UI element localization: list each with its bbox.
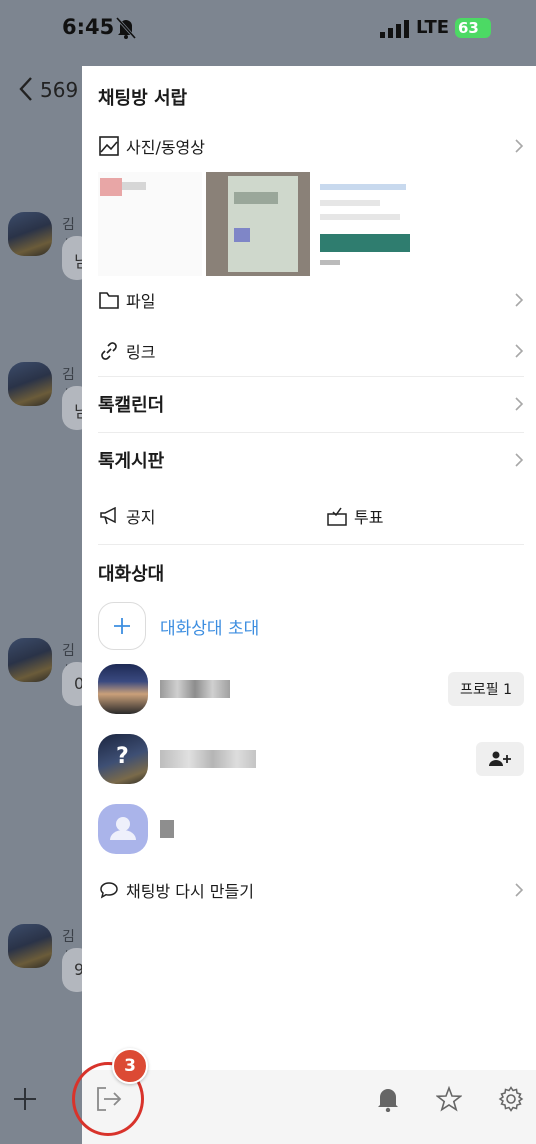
image-icon <box>98 135 120 157</box>
ballot-box-icon <box>326 505 348 527</box>
drawer-title: 채팅방 서랍 <box>98 88 188 109</box>
divider <box>98 376 524 377</box>
notice-label: 공지 <box>126 508 156 527</box>
avatar <box>8 212 52 256</box>
calendar-row[interactable]: 톡캘린더 <box>98 384 524 424</box>
bell-muted-icon <box>115 16 137 43</box>
divider <box>98 432 524 433</box>
background-chat: 569 김시 님 김시 님 김시 0 김시 9 <box>0 58 92 1070</box>
recreate-chat-row[interactable]: 채팅방 다시 만들기 <box>98 870 524 910</box>
chat-drawer: 채팅방 서랍 사진/동영상 파일 링크 톡캘린더 톡게시판 공지 투표 대화상대… <box>82 66 536 1070</box>
divider <box>98 544 524 545</box>
avatar: ? <box>98 734 148 784</box>
battery-indicator: 63 <box>455 18 491 38</box>
chevron-right-icon <box>514 452 524 472</box>
invite-label: 대화상대 초대 <box>160 618 260 639</box>
member-name-blurred <box>160 750 256 768</box>
vote-label: 투표 <box>354 508 384 527</box>
plus-icon <box>98 602 146 650</box>
links-label: 링크 <box>126 343 156 362</box>
question-mark-icon: ? <box>116 744 129 769</box>
chat-bubble-icon <box>98 879 120 901</box>
media-thumbnail[interactable] <box>206 172 310 276</box>
gear-icon[interactable] <box>498 1086 524 1116</box>
member-name-blurred <box>160 680 230 698</box>
media-label: 사진/동영상 <box>126 138 205 157</box>
member-row[interactable]: ? <box>98 734 524 786</box>
calendar-label: 톡캘린더 <box>98 395 165 416</box>
media-thumbnails <box>98 172 516 276</box>
profile-button[interactable]: 프로필 1 <box>448 672 524 706</box>
folder-icon <box>98 289 120 311</box>
notice-button[interactable]: 공지 <box>98 496 298 536</box>
megaphone-icon <box>98 505 120 527</box>
links-row[interactable]: 링크 <box>98 331 524 371</box>
back-icon[interactable] <box>18 76 34 109</box>
board-label: 톡게시판 <box>98 451 165 472</box>
chat-header-count: 569 <box>40 78 79 102</box>
member-row[interactable] <box>98 804 524 856</box>
plus-icon <box>12 1082 38 1120</box>
status-time: 6:45 <box>62 15 115 39</box>
avatar <box>8 924 52 968</box>
link-icon <box>98 340 120 362</box>
network-type: LTE <box>416 17 450 38</box>
avatar <box>98 664 148 714</box>
chevron-right-icon <box>514 138 524 158</box>
step-badge: 3 <box>112 1048 148 1084</box>
status-bar: 6:45 LTE 63 <box>0 0 536 58</box>
default-avatar <box>98 804 148 854</box>
vote-button[interactable]: 투표 <box>326 496 516 536</box>
signal-icon <box>380 20 410 42</box>
media-row[interactable]: 사진/동영상 <box>98 126 524 166</box>
avatar <box>8 362 52 406</box>
add-person-icon <box>489 751 511 766</box>
members-title: 대화상대 <box>98 564 165 585</box>
chevron-right-icon <box>514 343 524 363</box>
invite-member-button[interactable]: 대화상대 초대 <box>98 602 259 650</box>
add-friend-button[interactable] <box>476 742 524 776</box>
files-row[interactable]: 파일 <box>98 280 524 320</box>
star-icon[interactable] <box>435 1085 463 1116</box>
files-label: 파일 <box>126 292 156 311</box>
member-row[interactable]: 프로필 1 <box>98 664 524 716</box>
member-name-blurred <box>160 820 174 838</box>
background-input-area <box>0 1070 82 1144</box>
media-thumbnail[interactable] <box>98 172 202 276</box>
chevron-right-icon <box>514 292 524 312</box>
chevron-right-icon <box>514 396 524 416</box>
board-row[interactable]: 톡게시판 <box>98 440 524 480</box>
recreate-chat-label: 채팅방 다시 만들기 <box>126 882 254 901</box>
bell-icon[interactable] <box>376 1086 400 1116</box>
chevron-right-icon <box>514 882 524 902</box>
media-thumbnail[interactable] <box>314 172 418 276</box>
avatar <box>8 638 52 682</box>
